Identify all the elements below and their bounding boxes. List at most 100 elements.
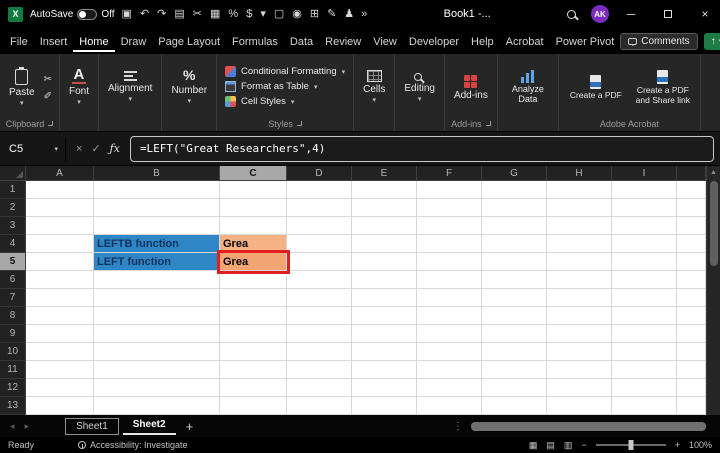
cell-B12[interactable] [94, 379, 220, 397]
vertical-scrollbar[interactable]: ▲ [706, 166, 720, 415]
borders-icon[interactable]: ⊞ [310, 8, 319, 20]
row-header-3[interactable]: 3 [0, 217, 26, 235]
row-header-8[interactable]: 8 [0, 307, 26, 325]
close-button[interactable]: × [690, 0, 720, 28]
cell-C13[interactable] [220, 397, 287, 415]
new-sheet-button[interactable]: + [178, 419, 202, 434]
cell-D7[interactable] [287, 289, 352, 307]
tab-power-pivot[interactable]: Power Pivot [550, 31, 621, 52]
cell-B5[interactable]: LEFT function [94, 253, 220, 271]
sheet-nav-right-icon[interactable]: ▸ [21, 421, 34, 432]
cell-F9[interactable] [417, 325, 482, 343]
cell-A6[interactable] [26, 271, 94, 289]
cell-G6[interactable] [482, 271, 547, 289]
analyze-data-button[interactable]: Analyze Data [503, 67, 553, 106]
zoom-out-button[interactable]: − [581, 440, 586, 450]
cell-F6[interactable] [417, 271, 482, 289]
cell-E10[interactable] [352, 343, 417, 361]
cell-F4[interactable] [417, 235, 482, 253]
tab-help[interactable]: Help [465, 31, 500, 52]
dialog-launcher-icon[interactable] [48, 121, 54, 126]
cell-G3[interactable] [482, 217, 547, 235]
tab-acrobat[interactable]: Acrobat [500, 31, 550, 52]
normal-view-icon[interactable]: ▦ [529, 440, 538, 451]
cell-H13[interactable] [547, 397, 612, 415]
cell-H4[interactable] [547, 235, 612, 253]
number-button[interactable]: % Number ▾ [167, 67, 211, 107]
cell-H10[interactable] [547, 343, 612, 361]
cell-G13[interactable] [482, 397, 547, 415]
cell-C9[interactable] [220, 325, 287, 343]
cell-C4[interactable]: Grea [220, 235, 287, 253]
tab-home[interactable]: Home [73, 31, 115, 52]
cell-H11[interactable] [547, 361, 612, 379]
select-all-button[interactable] [0, 166, 26, 181]
cell-F12[interactable] [417, 379, 482, 397]
column-header-G[interactable]: G [482, 166, 547, 181]
cells-button[interactable]: Cells ▾ [359, 67, 389, 106]
row-header-12[interactable]: 12 [0, 379, 26, 397]
cell-B11[interactable] [94, 361, 220, 379]
cell-H7[interactable] [547, 289, 612, 307]
cell-C12[interactable] [220, 379, 287, 397]
percent-icon[interactable]: % [228, 8, 238, 20]
cut-icon[interactable]: ✂ [193, 8, 202, 20]
cell-E12[interactable] [352, 379, 417, 397]
avatar[interactable]: AK [591, 5, 609, 23]
document-icon[interactable]: ▢ [274, 8, 284, 20]
enter-icon[interactable]: ✓ [91, 142, 100, 155]
cell-C5[interactable]: Grea [217, 250, 290, 274]
cell-D12[interactable] [287, 379, 352, 397]
draw-icon[interactable]: ✎ [327, 8, 336, 20]
notebook-icon[interactable]: ▦ [210, 8, 220, 20]
sheet-tab-sheet2[interactable]: Sheet2 [122, 417, 176, 435]
tab-view[interactable]: View [367, 31, 403, 52]
scroll-up-icon[interactable]: ▲ [710, 168, 717, 178]
excel-logo-icon[interactable]: X [8, 6, 23, 22]
cell-E1[interactable] [352, 181, 417, 199]
currency-icon[interactable]: $ [246, 8, 252, 20]
cell-D8[interactable] [287, 307, 352, 325]
add-person-icon[interactable]: ♟ [344, 8, 354, 20]
cell-A5[interactable] [26, 253, 94, 271]
cancel-icon[interactable]: × [76, 143, 82, 155]
zoom-slider[interactable] [595, 440, 666, 450]
cell-I6[interactable] [612, 271, 677, 289]
format-as-table-button[interactable]: Format as Table ▾ [225, 81, 345, 92]
tab-overflow-icon[interactable]: ⋮ [453, 421, 463, 432]
cell-H12[interactable] [547, 379, 612, 397]
cell-I10[interactable] [612, 343, 677, 361]
cell-F5[interactable] [417, 253, 482, 271]
column-header-A[interactable]: A [26, 166, 94, 181]
column-header-B[interactable]: B [94, 166, 220, 181]
cell-B2[interactable] [94, 199, 220, 217]
clipboard-icon[interactable]: ▤ [174, 8, 184, 20]
cell-B1[interactable] [94, 181, 220, 199]
cell-C3[interactable] [220, 217, 287, 235]
cell-G4[interactable] [482, 235, 547, 253]
cell-G1[interactable] [482, 181, 547, 199]
cell-A8[interactable] [26, 307, 94, 325]
cell-I4[interactable] [612, 235, 677, 253]
dialog-launcher-icon[interactable] [485, 121, 491, 126]
conditional-formatting-button[interactable]: Conditional Formatting ▾ [225, 66, 345, 77]
cell-G10[interactable] [482, 343, 547, 361]
cell-I9[interactable] [612, 325, 677, 343]
cell-F13[interactable] [417, 397, 482, 415]
cell-C11[interactable] [220, 361, 287, 379]
cell-B13[interactable] [94, 397, 220, 415]
cell-B3[interactable] [94, 217, 220, 235]
cell-B8[interactable] [94, 307, 220, 325]
tab-data[interactable]: Data [284, 31, 319, 52]
cell-D3[interactable] [287, 217, 352, 235]
cell-I8[interactable] [612, 307, 677, 325]
cell-G8[interactable] [482, 307, 547, 325]
column-header-E[interactable]: E [352, 166, 417, 181]
cell-F7[interactable] [417, 289, 482, 307]
autosave-toggle-icon[interactable] [77, 8, 98, 20]
cell-A4[interactable] [26, 235, 94, 253]
chevron-down-icon[interactable]: ▾ [260, 8, 266, 20]
cell-A1[interactable] [26, 181, 94, 199]
cell-A11[interactable] [26, 361, 94, 379]
column-header-H[interactable]: H [547, 166, 612, 181]
